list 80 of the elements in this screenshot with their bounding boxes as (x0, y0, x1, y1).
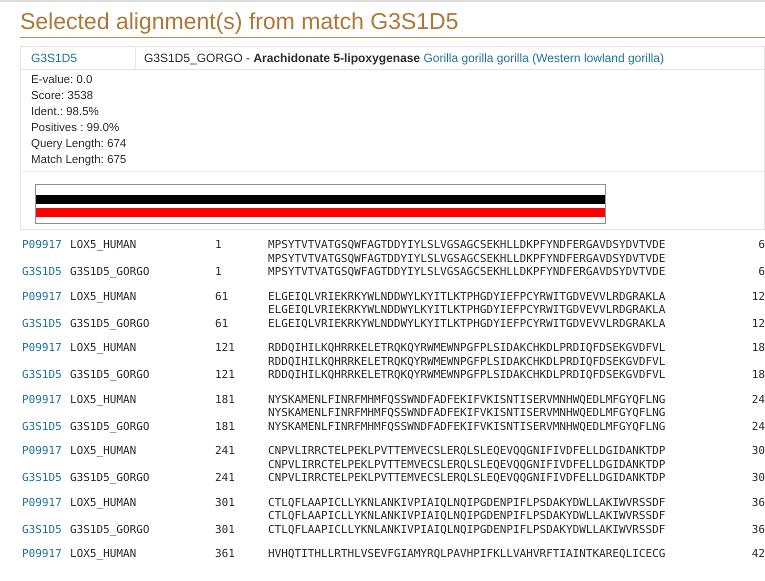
start-position: 61 (215, 290, 230, 303)
entry-name: G3S1D5_GORGO (70, 471, 150, 484)
start-position: 241 (215, 444, 236, 458)
sequence-text: HVHQTITHLLRTHLVSEVFGIAMYRQLPAVHPIFKLLVAHVRFTIAINTKAREQLICECG (268, 547, 666, 560)
entry-name: G3S1D5_GORGO (70, 368, 150, 382)
stat-line: Positives : 99.0% (31, 121, 120, 136)
sequence-text: ELGEIQLVRIEKRKYWLNDDWYLKYITLKTPHGDYIEFPCYRWITGDVEVVLRDGRAKLA (268, 290, 666, 303)
accession-link[interactable]: G3S1D5 (22, 316, 70, 330)
entry-name: G3S1D5_GORGO (70, 522, 150, 536)
page-title: Selected alignment(s) from match G3S1D5 (20, 8, 765, 38)
accession-link[interactable]: P09917 (22, 238, 70, 252)
start-position: 181 (215, 392, 236, 406)
end-position: 18 (750, 341, 765, 354)
entry-name: LOX5_HUMAN (70, 341, 138, 354)
sequence-text: CNPVLIRRCTELPEKLPVTTEMVECSLERQLSLEQEVQQGNIFIVDFELLDGIDANKTDP (268, 444, 666, 458)
end-position: 24 (750, 392, 765, 406)
sequence-text: NYSKAMENLFINRFMHMFQSSWNDFADFEKIFVKISNTISERVMNHWQEDLMFGYQFLNG (268, 420, 666, 433)
start-position: 241 (215, 471, 236, 484)
accession-link[interactable]: G3S1D5 (22, 522, 70, 536)
entry-name: LOX5_HUMAN (70, 392, 138, 406)
end-position: 18 (750, 368, 765, 382)
sequence-text: RDDQIHILKQHRRKELETRQKQYRWMEWNPGFPLSIDAKCHKDLPRDIQFDSEKGVDFVL (268, 368, 666, 382)
entry-name: G3S1D5_GORGO (70, 420, 150, 433)
sequence-text: ELGEIQLVRIEKRKYWLNDDWYLKYITLKTPHGDYIEFPCYRWITGDVEVVLRDGRAKLA (268, 316, 666, 330)
sequence-text: RDDQIHILKQHRRKELETRQKQYRWMEWNPGFPLSIDAKCHKDLPRDIQFDSEKGVDFVL (268, 341, 666, 354)
end-position: 36 (750, 522, 765, 536)
consensus-text: RDDQIHILKQHRRKELETRQKQYRWMEWNPGFPLSIDAKCHKDLPRDIQFDSEKGVDFVL (268, 354, 666, 368)
start-position: 301 (215, 496, 236, 509)
accession-link[interactable]: P09917 (22, 341, 70, 354)
accession-link[interactable]: P09917 (22, 290, 70, 303)
start-position: 121 (215, 368, 236, 382)
end-position: 30 (750, 444, 765, 458)
sequence-text: CTLQFLAAPICLLYKNLANKIVPIAIQLNQIPGDENPIFLPSDAKYDWLLAKIWVRSSDF (268, 496, 666, 509)
entry-name: LOX5_HUMAN (70, 238, 138, 252)
match-description: G3S1D5_GORGO - Arachidonate 5-lipoxygenase Gorilla gorilla gorilla (Western lowland gorilla) (143, 51, 664, 65)
end-position: 6 (757, 238, 765, 252)
entry-name: LOX5_HUMAN (70, 496, 138, 509)
sequence-text: MPSYTVTVATGSQWFAGTDDYIYLSLVGSAGCSEKHLLDKPFYNDFERGAVDSYDVTVDE (268, 265, 666, 278)
start-position: 361 (215, 547, 236, 560)
accession-link[interactable]: G3S1D5 (22, 420, 70, 433)
consensus-text: CNPVLIRRCTELPEKLPVTTEMVECSLERQLSLEQEVQQGNIFIVDFELLDGIDANKTDP (268, 458, 666, 471)
accession-link[interactable]: G3S1D5 (22, 368, 70, 382)
stat-line: Score: 3538 (31, 89, 94, 104)
stat-line: Ident.: 98.5% (31, 105, 100, 120)
accession-link[interactable]: P09917 (22, 392, 70, 406)
end-position: 36 (750, 496, 765, 509)
start-position: 121 (215, 341, 236, 354)
entry-name: LOX5_HUMAN (70, 444, 138, 458)
entry-name: LOX5_HUMAN (70, 547, 138, 560)
stat-line: Match Length: 675 (31, 153, 128, 168)
start-position: 181 (215, 420, 236, 433)
accession-link[interactable]: G3S1D5 (22, 265, 70, 278)
sequence-text: CTLQFLAAPICLLYKNLANKIVPIAIQLNQIPGDENPIFLPSDAKYDWLLAKIWVRSSDF (268, 522, 666, 536)
sequence-text: MPSYTVTVATGSQWFAGTDDYIYLSLVGSAGCSEKHLLDKPFYNDFERGAVDSYDVTVDE (268, 238, 666, 252)
start-position: 1 (215, 265, 223, 278)
accession-link[interactable]: P09917 (22, 547, 70, 560)
sequence-text: CNPVLIRRCTELPEKLPVTTEMVECSLERQLSLEQEVQQGNIFIVDFELLDGIDANKTDP (268, 471, 666, 484)
accession-link[interactable]: P09917 (22, 496, 70, 509)
start-position: 1 (215, 238, 223, 252)
accession-link[interactable]: G3S1D5 (21, 47, 136, 69)
end-position: 12 (750, 316, 765, 330)
consensus-text: CTLQFLAAPICLLYKNLANKIVPIAIQLNQIPGDENPIFLPSDAKYDWLLAKIWVRSSDF (268, 509, 666, 522)
end-position: 42 (750, 547, 765, 560)
end-position: 30 (750, 471, 765, 484)
consensus-text: NYSKAMENLFINRFMHMFQSSWNDFADFEKIFVKISNTISERVMNHWQEDLMFGYQFLNG (268, 406, 666, 420)
accession-link[interactable]: G3S1D5 (22, 471, 70, 484)
end-position: 24 (750, 420, 765, 433)
entry-name: G3S1D5_GORGO (70, 316, 150, 330)
stat-line: E-value: 0.0 (31, 73, 94, 88)
start-position: 301 (215, 522, 236, 536)
entry-name: LOX5_HUMAN (70, 290, 138, 303)
end-position: 6 (757, 265, 765, 278)
consensus-text: MPSYTVTVATGSQWFAGTDDYIYLSLVGSAGCSEKHLLDKPFYNDFERGAVDSYDVTVDE (268, 252, 666, 265)
consensus-text: ELGEIQLVRIEKRKYWLNDDWYLKYITLKTPHGDYIEFPCYRWITGDVEVVLRDGRAKLA (268, 303, 666, 316)
start-position: 61 (215, 316, 230, 330)
accession-link[interactable]: P09917 (22, 444, 70, 458)
entry-name: G3S1D5_GORGO (70, 265, 150, 278)
sequence-text: NYSKAMENLFINRFMHMFQSSWNDFADFEKIFVKISNTISERVMNHWQEDLMFGYQFLNG (268, 392, 666, 406)
stat-line: Query Length: 674 (31, 137, 128, 152)
end-position: 12 (750, 290, 765, 303)
